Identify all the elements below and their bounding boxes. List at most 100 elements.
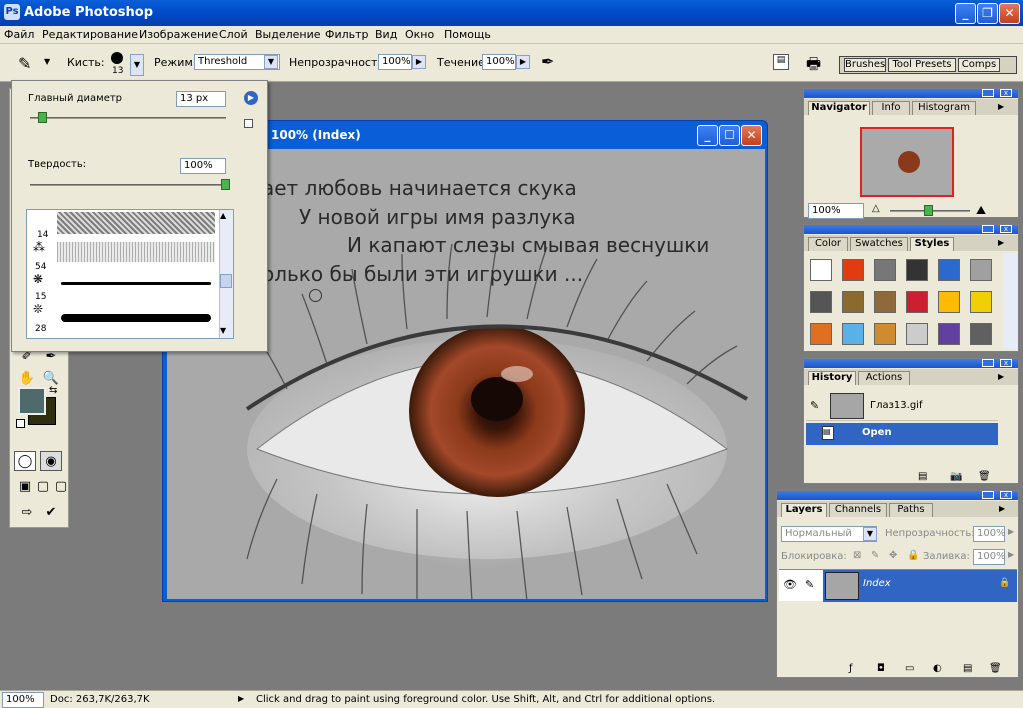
palette-minimize-icon[interactable]: _: [982, 359, 994, 367]
style-swatch[interactable]: [842, 259, 864, 281]
style-swatch[interactable]: [874, 259, 896, 281]
lock-paint-icon[interactable]: ✎: [871, 550, 879, 561]
style-swatch[interactable]: [842, 291, 864, 313]
style-swatch[interactable]: [874, 323, 896, 345]
tab-swatches[interactable]: Swatches: [850, 237, 908, 251]
scroll-thumb[interactable]: [220, 274, 232, 288]
fill-input[interactable]: 100%: [973, 549, 1006, 565]
scroll-up-icon[interactable]: ▲: [220, 211, 226, 220]
new-group-icon[interactable]: ▭: [905, 663, 914, 674]
style-swatch[interactable]: [970, 291, 992, 313]
style-swatch[interactable]: [970, 259, 992, 281]
flow-slider-button[interactable]: ▶: [516, 55, 530, 69]
palette-menu-icon[interactable]: ▶: [998, 238, 1004, 247]
adjustment-layer-icon[interactable]: ◐: [933, 663, 942, 674]
palette-menu-icon[interactable]: ▶: [999, 504, 1005, 513]
snapshot-icon[interactable]: 📷: [950, 471, 962, 482]
style-swatch[interactable]: [874, 291, 896, 313]
lock-move-icon[interactable]: ✥: [889, 550, 897, 561]
style-swatch[interactable]: [810, 291, 832, 313]
brush-size-item[interactable]: 14: [37, 230, 48, 240]
menu-file[interactable]: Файл: [4, 28, 34, 41]
palette-close-icon[interactable]: x: [1000, 491, 1012, 499]
palette-menu-icon[interactable]: ▶: [998, 102, 1004, 111]
tab-histogram[interactable]: Histogram: [912, 101, 976, 115]
opacity-slider-button[interactable]: ▶: [412, 55, 426, 69]
zoom-out-icon[interactable]: △: [872, 203, 880, 214]
chevron-down-icon[interactable]: ▼: [44, 57, 50, 66]
blend-mode-dropdown-icon[interactable]: ▼: [863, 527, 877, 541]
swap-colors-icon[interactable]: ⇆: [49, 385, 57, 396]
opacity-input[interactable]: 100%: [378, 54, 412, 70]
styles-scrollbar[interactable]: [1003, 253, 1017, 349]
menu-image[interactable]: Изображение: [139, 28, 218, 41]
palette-close-icon[interactable]: x: [1000, 225, 1012, 233]
brush-picker-button[interactable]: ▼: [130, 54, 144, 76]
tab-color[interactable]: Color: [808, 237, 848, 251]
quick-mask-icon[interactable]: ◉: [40, 451, 62, 471]
minimize-button[interactable]: _: [955, 3, 976, 24]
well-tab-comps[interactable]: Comps: [958, 58, 1000, 72]
palette-minimize-icon[interactable]: _: [982, 89, 994, 97]
layer-style-icon[interactable]: ƒ: [849, 663, 853, 674]
style-swatch[interactable]: [810, 323, 832, 345]
layer-opacity-input[interactable]: 100%: [973, 526, 1006, 542]
airbrush-icon[interactable]: ✒: [541, 52, 554, 71]
doc-maximize-button[interactable]: ☐: [719, 125, 740, 146]
hardness-slider[interactable]: [30, 184, 226, 186]
tab-styles[interactable]: Styles: [910, 237, 954, 251]
status-zoom-input[interactable]: 100%: [2, 692, 44, 708]
master-diameter-input[interactable]: 13 px: [176, 91, 226, 107]
hardness-input[interactable]: 100%: [180, 158, 226, 174]
history-snapshot-row[interactable]: ✎ Глаз13.gif: [806, 391, 998, 421]
status-menu-icon[interactable]: ▶: [238, 694, 244, 703]
opacity-arrow-icon[interactable]: ▶: [1008, 527, 1014, 536]
save-brush-icon[interactable]: [244, 119, 253, 128]
menu-filter[interactable]: Фильтр: [325, 28, 369, 41]
tab-layers[interactable]: Layers: [781, 503, 827, 517]
fill-arrow-icon[interactable]: ▶: [1008, 550, 1014, 559]
style-swatch[interactable]: [938, 323, 960, 345]
tab-navigator[interactable]: Navigator: [808, 101, 870, 115]
history-state-row[interactable]: ▤ Open: [806, 423, 998, 445]
brush-list[interactable]: 14 ⁂ 54 ❋ 15 ❊ 28 ▲ ▼: [26, 209, 234, 339]
standard-mode-icon[interactable]: ◯: [14, 451, 36, 471]
well-tab-tool-presets[interactable]: Tool Presets: [888, 58, 956, 72]
zoom-in-icon[interactable]: ⛰: [976, 203, 986, 218]
brush-size-item[interactable]: 54: [35, 262, 46, 272]
palette-close-icon[interactable]: x: [1000, 359, 1012, 367]
menu-help[interactable]: Помощь: [444, 28, 491, 41]
well-tab-brushes[interactable]: Brushes: [844, 58, 886, 72]
history-brush-icon[interactable]: ✎: [810, 399, 819, 412]
check-icon[interactable]: ✔: [40, 503, 62, 523]
default-colors-icon[interactable]: [16, 419, 25, 428]
hand-tool-icon[interactable]: ✋: [16, 369, 38, 389]
flow-input[interactable]: 100%: [482, 54, 516, 70]
navigator-zoom-input[interactable]: 100%: [808, 203, 864, 219]
scroll-down-icon[interactable]: ▼: [220, 326, 226, 335]
tab-info[interactable]: Info: [872, 101, 910, 115]
close-button[interactable]: ✕: [999, 3, 1020, 24]
palette-minimize-icon[interactable]: _: [982, 225, 994, 233]
menu-edit[interactable]: Редактирование: [42, 28, 138, 41]
tab-history[interactable]: History: [808, 371, 856, 385]
palette-toggle-icon[interactable]: ▤: [773, 54, 789, 70]
brush-size-item[interactable]: 15: [35, 292, 46, 302]
lock-transparency-icon[interactable]: ⊠: [853, 550, 861, 561]
menu-layer[interactable]: Слой: [219, 28, 248, 41]
navigator-zoom-thumb[interactable]: [924, 205, 933, 216]
style-swatch[interactable]: [906, 259, 928, 281]
delete-layer-icon[interactable]: 🗑: [989, 663, 1002, 674]
navigator-thumbnail[interactable]: [860, 127, 954, 197]
doc-minimize-button[interactable]: _: [697, 125, 718, 146]
style-swatch[interactable]: [810, 259, 832, 281]
popup-menu-icon[interactable]: ▶: [244, 91, 258, 105]
trash-icon[interactable]: 🗑: [978, 471, 991, 482]
tab-actions[interactable]: Actions: [858, 371, 910, 385]
jump-to-imageready-icon[interactable]: ⇨: [16, 503, 38, 523]
style-swatch[interactable]: [842, 323, 864, 345]
layer-brush-icon[interactable]: ✎: [805, 578, 814, 591]
lock-all-icon[interactable]: 🔒: [907, 550, 919, 561]
palette-close-icon[interactable]: x: [1000, 89, 1012, 97]
eye-visibility-icon[interactable]: 👁: [783, 578, 797, 591]
